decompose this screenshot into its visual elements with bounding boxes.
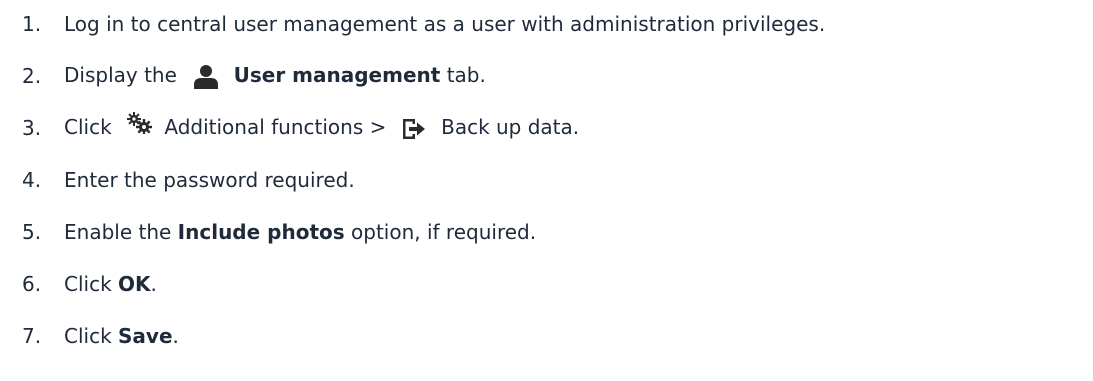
option-name: Include photos (177, 220, 345, 244)
step-7: 7. Click Save. (0, 316, 179, 356)
step-text-before: Click (64, 324, 112, 348)
button-name: OK (118, 272, 151, 296)
step-number: 4. (22, 168, 42, 192)
export-icon (401, 117, 427, 141)
step-2: 2. Display the User management tab. (0, 56, 486, 96)
gears-icon (126, 111, 153, 134)
step-text-mid: Additional functions > (164, 115, 387, 140)
step-number: 1. (22, 12, 42, 36)
step-number: 5. (22, 220, 42, 244)
user-icon (191, 64, 221, 89)
tab-name: User management (233, 63, 441, 88)
step-text: Display the User management tab. (64, 63, 486, 89)
step-text: Click Additional functions > Back up dat… (64, 111, 580, 141)
step-text-after: tab. (446, 63, 486, 88)
step-text-after: . (150, 272, 157, 296)
step-number: 7. (22, 324, 42, 348)
step-text-after: . (172, 324, 179, 348)
step-text-after: Back up data. (441, 115, 580, 140)
step-5: 5. Enable the Include photos option, if … (0, 212, 536, 252)
step-number: 6. (22, 272, 42, 296)
procedure-steps: 1. Log in to central user management as … (0, 0, 1093, 381)
step-text: Log in to central user management as a u… (64, 12, 826, 36)
step-text: Enter the password required. (64, 168, 355, 192)
step-number: 3. (22, 116, 42, 140)
step-text-before: Enable the (64, 220, 172, 244)
step-text-before: Click (64, 115, 112, 140)
step-6: 6. Click OK. (0, 264, 157, 304)
step-text-before: Display the (64, 63, 177, 88)
button-name: Save (118, 324, 173, 348)
step-text: Click OK. (64, 272, 157, 296)
step-text: Enable the Include photos option, if req… (64, 220, 536, 244)
step-text-before: Click (64, 272, 112, 296)
step-text: Click Save. (64, 324, 179, 348)
step-1: 1. Log in to central user management as … (0, 4, 825, 44)
step-text-after: option, if required. (351, 220, 537, 244)
step-number: 2. (22, 64, 42, 88)
step-4: 4. Enter the password required. (0, 160, 355, 200)
step-3: 3. Click Additional functions > Back up … (0, 108, 579, 148)
